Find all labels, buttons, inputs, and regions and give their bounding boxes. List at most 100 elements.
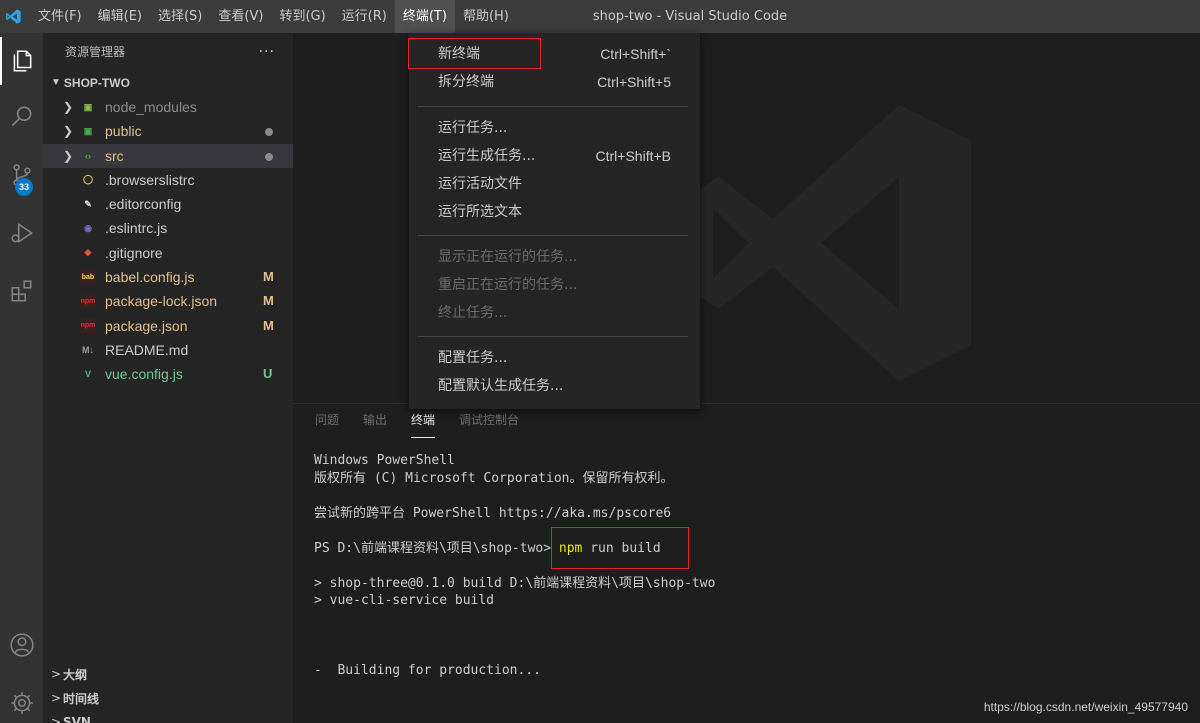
terminal-menu-item[interactable]: 运行所选文本 (409, 198, 700, 226)
public-folder-icon: ▣ (83, 125, 93, 136)
git-status-badge: U (263, 366, 273, 382)
title-bar: 文件(F) 编辑(E) 选择(S) 查看(V) 转到(G) 运行(R) 终端(T) 帮助(H)… (0, 0, 1200, 33)
menu-item[interactable]: 运行(R) (334, 0, 395, 33)
src-folder-icon: ‹› (85, 150, 91, 161)
tree-item[interactable]: ✎ .editorconfig (43, 192, 293, 216)
explorer-header: 资源管理器 ··· (43, 33, 293, 71)
more-actions-icon[interactable]: ··· (259, 33, 275, 71)
menu-item-label: 拆分终端 (438, 74, 494, 90)
terminal-menu-item: 重启正在运行的任务... (409, 271, 700, 299)
menu-separator (418, 336, 688, 337)
menu-item[interactable]: 文件(F) (30, 0, 90, 33)
menu-item-label: 重启正在运行的任务... (438, 277, 578, 293)
tree-item[interactable]: ◉ .eslintrc.js (43, 216, 293, 240)
svn-section[interactable]: > SVN (43, 710, 293, 723)
panel-tab[interactable]: 输出 (363, 410, 387, 438)
tree-item[interactable]: ❯ ▣ public (43, 119, 293, 143)
terminal-line-text: PS D:\前端课程资料\项目\shop-two> (314, 540, 559, 556)
panel-tabs: 问题 输出 终端 调试控制台 (315, 410, 519, 438)
run-debug-icon[interactable] (0, 209, 43, 257)
explorer-title: 资源管理器 (65, 45, 126, 59)
tree-item[interactable]: ◯ .browserslistrc (43, 168, 293, 192)
menu-separator (418, 235, 688, 236)
modified-dot-icon (265, 128, 273, 137)
terminal-menu-item: 显示正在运行的任务... (409, 243, 700, 271)
browserslist-icon: ◯ (82, 174, 94, 185)
tree-item-label: .editorconfig (105, 196, 182, 213)
tree-item[interactable]: ❯ ‹› src (43, 143, 293, 168)
menu-item[interactable]: 终端(T) (394, 0, 455, 33)
tree-item-label: package.json (105, 317, 188, 334)
tree-item-label: .eslintrc.js (105, 220, 168, 237)
terminal-line-text: - Building for production... (314, 663, 541, 678)
tree-item[interactable]: ❯ ▣ node_modules (43, 95, 293, 119)
menu-separator (418, 106, 688, 107)
panel-tab[interactable]: 终端 (411, 410, 436, 438)
menu-item[interactable]: 帮助(H) (455, 0, 517, 33)
panel-tab[interactable]: 调试控制台 (459, 410, 519, 438)
menu-item-label: 配置任务... (438, 350, 508, 366)
chevron-right-icon: ❯ (63, 124, 74, 139)
search-icon[interactable] (0, 93, 43, 141)
terminal-menu-item[interactable]: 运行生成任务... Ctrl+Shift+B (409, 142, 700, 170)
terminal-line-text: 版权所有 (C) Microsoft Corporation。保留所有权利。 (314, 470, 674, 486)
npm-icon: npm (80, 318, 96, 333)
keyboard-shortcut: Ctrl+Shift+B (595, 148, 671, 164)
extensions-icon[interactable] (0, 267, 43, 315)
tree-item[interactable]: ◆ .gitignore (43, 241, 293, 265)
bottom-panel: 问题 输出 终端 调试控制台 Windows PowerShell 版权所有 (C) M… (293, 403, 1200, 723)
tree-item[interactable]: Vvue.config.js U (43, 362, 293, 386)
menu-item[interactable]: 编辑(E) (90, 0, 150, 33)
menu-item[interactable]: 转到(G) (271, 0, 333, 33)
babel-icon: bab (80, 270, 96, 285)
npm-icon: npm (80, 294, 96, 309)
file-tree: ❯ ▣ node_modules ❯ ▣ public ❯ ‹› src ◯ .browsersli… (43, 95, 293, 387)
terminal-line-text: > vue-cli-service build (314, 593, 495, 608)
menu-item[interactable]: 选择(S) (150, 0, 210, 33)
chevron-right-icon: > (50, 667, 62, 681)
highlight-box-npm-command (551, 527, 689, 569)
eslint-icon: ◉ (84, 222, 92, 233)
explorer-sidebar: 资源管理器 ··· ▼ SHOP-TWO ❯ ▣ node_modules ❯ ▣ pub… (43, 33, 293, 723)
panel-tab[interactable]: 问题 (315, 410, 339, 438)
tree-item[interactable]: npm package-lock.json M (43, 289, 293, 313)
tree-item-label: src (105, 147, 124, 164)
terminal-line: Windows PowerShell (314, 452, 715, 470)
workspace-folder[interactable]: ▼ SHOP-TWO (43, 71, 293, 95)
workspace-folder-label: SHOP-TWO (63, 76, 130, 90)
terminal-menu-item[interactable]: 拆分终端 Ctrl+Shift+5 (409, 68, 700, 96)
terminal-line-text: Windows PowerShell (314, 453, 455, 468)
chevron-right-icon: > (50, 715, 62, 723)
menu-item-label: 运行生成任务... (438, 148, 536, 164)
outline-section[interactable]: > 大纲 (43, 662, 293, 686)
menu-item-label: 运行任务... (438, 120, 508, 136)
timeline-section[interactable]: > 时间线 (43, 686, 293, 710)
account-icon[interactable] (0, 621, 43, 669)
vscode-logo-icon (0, 0, 27, 33)
vscode-watermark-icon (695, 105, 971, 381)
terminal-line: > shop-three@0.1.0 build D:\前端课程资料\项目\sh… (314, 575, 715, 593)
menu-item[interactable]: 查看(V) (210, 0, 271, 33)
keyboard-shortcut: Ctrl+Shift+` (600, 46, 671, 62)
menu-item-label: 运行所选文本 (438, 204, 522, 220)
node-modules-icon: ▣ (83, 101, 93, 112)
git-status-badge: M (263, 317, 274, 333)
chevron-right-icon: ❯ (63, 100, 74, 114)
markdown-icon: M↓ (82, 344, 94, 355)
explorer-icon[interactable] (0, 37, 43, 85)
menu-item-label: 终止任务... (438, 305, 508, 321)
settings-gear-icon[interactable] (0, 679, 43, 723)
chevron-right-icon: ❯ (63, 148, 74, 163)
terminal-menu-item[interactable]: 运行任务... (409, 114, 700, 142)
terminal-menu-item[interactable]: 配置任务... (409, 344, 700, 372)
modified-dot-icon (265, 152, 273, 161)
watermark-text: https://blog.csdn.net/weixin_49577940 (983, 700, 1188, 714)
tree-item[interactable]: M↓ README.md (43, 338, 293, 362)
chevron-right-icon: > (50, 691, 62, 705)
terminal-menu-item[interactable]: 运行活动文件 (409, 170, 700, 198)
terminal-menu-item[interactable]: 配置默认生成任务... (409, 372, 700, 400)
tree-item[interactable]: bab babel.config.js M (43, 265, 293, 289)
tree-item[interactable]: npm package.json M (43, 314, 293, 338)
git-status-badge: M (263, 269, 274, 285)
